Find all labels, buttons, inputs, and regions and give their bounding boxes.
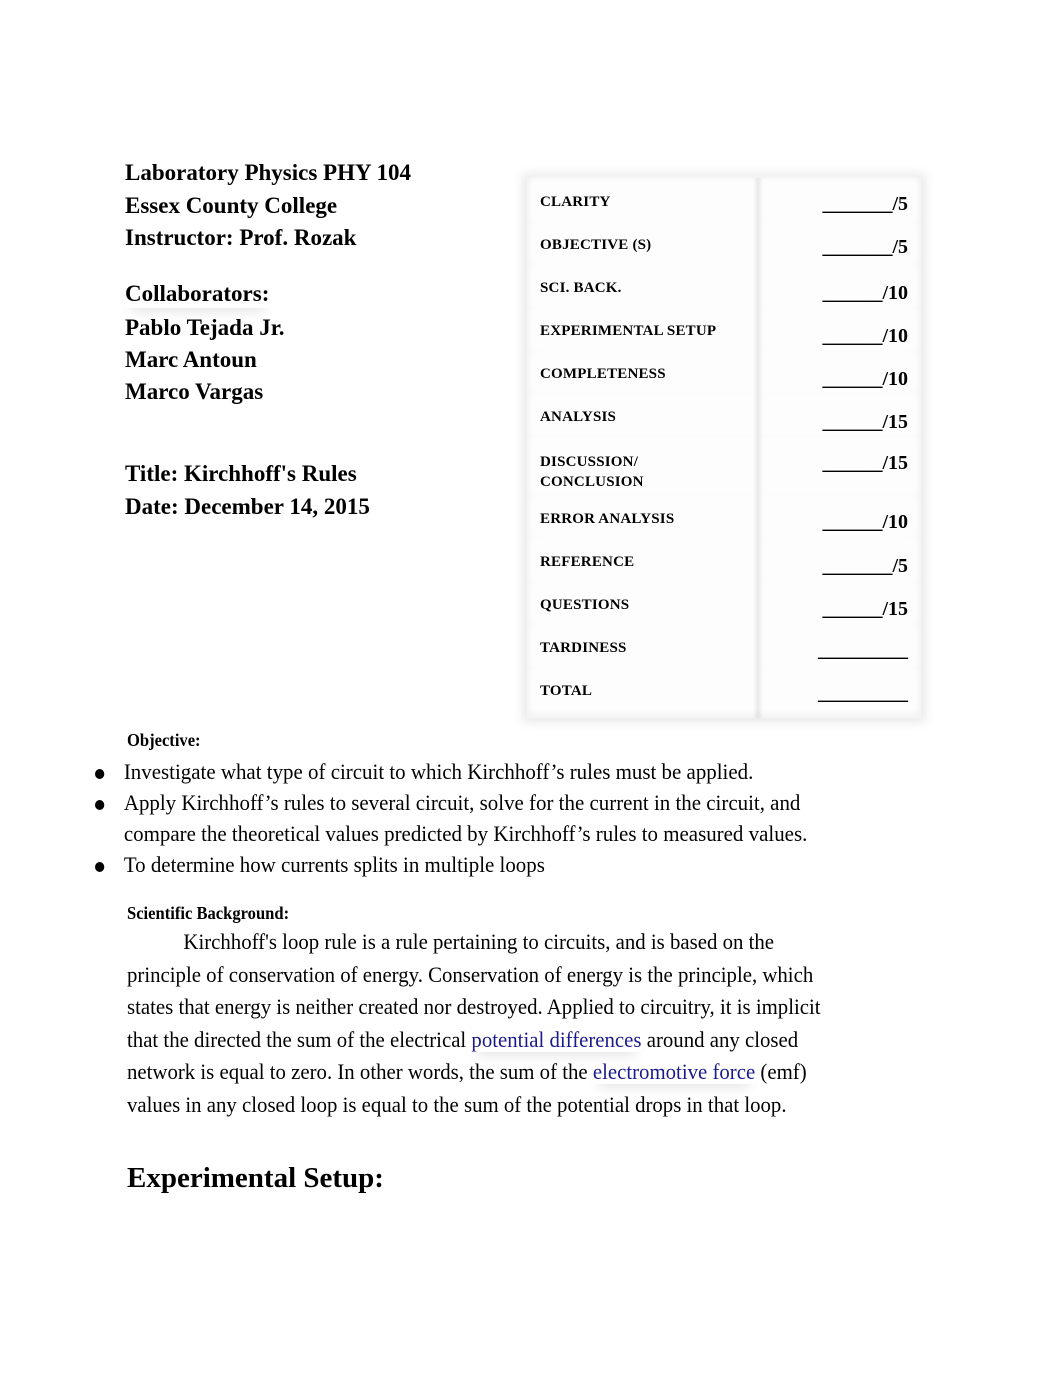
- rubric-row: SCI. BACK. ______/10: [527, 264, 921, 308]
- bullet-icon: [95, 769, 105, 779]
- collaborator-name: Marc Antoun: [125, 347, 257, 372]
- rubric-score-blank: _________: [818, 639, 908, 661]
- rubric-label-continued: CONCLUSION: [540, 474, 644, 490]
- bullet-icon: [95, 862, 105, 872]
- paragraph-line: Kirchhoff's loop rule is a rule pertaini…: [183, 929, 775, 954]
- rubric-row: ANALYSIS ______/15: [527, 393, 921, 437]
- course-name: Laboratory Physics PHY 104: [125, 160, 411, 185]
- grading-rubric-table: CLARITY _______/5 OBJECTIVE (S) _______/…: [527, 178, 921, 718]
- rubric-column-divider: [753, 178, 763, 718]
- rubric-row: DISCUSSION/ CONCLUSION ______/15: [527, 436, 921, 496]
- rubric-label: COMPLETENESS: [540, 366, 666, 382]
- rubric-label: DISCUSSION/: [540, 454, 639, 470]
- rubric-score-blank: _________: [818, 682, 908, 704]
- rubric-score-blank: _______/5: [822, 193, 908, 215]
- rubric-label: SCI. BACK.: [540, 280, 622, 296]
- paragraph-line: states that energy is neither created no…: [127, 994, 821, 1019]
- objective-item: Apply Kirchhoff’s rules to several circu…: [95, 787, 895, 849]
- rubric-row: COMPLETENESS ______/10: [527, 350, 921, 394]
- rubric-label: REFERENCE: [540, 554, 635, 570]
- rubric-row: REFERENCE _______/5: [527, 538, 921, 582]
- collaborator-name: Pablo Tejada Jr.: [125, 315, 285, 340]
- rubric-score-blank: ______/10: [822, 368, 908, 390]
- potential-differences-link[interactable]: potential differences: [471, 1027, 641, 1052]
- rubric-score-blank: _______/5: [822, 236, 908, 258]
- rubric-score-blank: ______/10: [822, 511, 908, 533]
- rubric-row: TARDINESS _________: [527, 624, 921, 668]
- objective-list: Investigate what type of circuit to whic…: [95, 756, 955, 880]
- rubric-score-blank: ______/10: [822, 325, 908, 347]
- lab-date: Date: December 14, 2015: [125, 494, 370, 519]
- objective-heading: Objective:: [127, 730, 201, 750]
- rubric-row: ERROR ANALYSIS ______/10: [527, 495, 921, 539]
- rubric-row: CLARITY _______/5: [527, 178, 921, 222]
- paragraph-line: that the directed the sum of the electri…: [127, 1026, 799, 1052]
- rubric-score-blank: ______/15: [822, 598, 908, 620]
- rubric-label: CLARITY: [540, 194, 611, 210]
- rubric-score-blank: ______/15: [822, 411, 908, 433]
- electromotive-force-link[interactable]: electromotive force: [593, 1059, 755, 1084]
- objective-item: To determine how currents splits in mult…: [95, 849, 895, 880]
- rubric-label: OBJECTIVE (S): [540, 237, 652, 253]
- lab-title: Title: Kirchhoff's Rules: [125, 461, 357, 486]
- rubric-score-blank: _______/5: [822, 555, 908, 577]
- rubric-score-blank: ______/10: [822, 282, 908, 304]
- collaborators-label: Collaborators:: [125, 281, 270, 306]
- collaborator-name: Marco Vargas: [125, 379, 264, 404]
- rubric-label: ERROR ANALYSIS: [540, 511, 675, 527]
- paragraph-line: values in any closed loop is equal to th…: [127, 1091, 787, 1117]
- college-name: Essex County College: [125, 193, 338, 218]
- objective-item: Investigate what type of circuit to whic…: [95, 756, 895, 787]
- rubric-label: ANALYSIS: [540, 409, 617, 425]
- rubric-row: QUESTIONS ______/15: [527, 581, 921, 625]
- scientific-background-heading: Scientific Background:: [127, 903, 290, 923]
- rubric-label: TARDINESS: [540, 640, 627, 656]
- scientific-background-paragraph: Kirchhoff's loop rule is a rule pertaini…: [127, 926, 964, 1121]
- rubric-label: EXPERIMENTAL SETUP: [540, 323, 717, 339]
- instructor-name: Instructor: Prof. Rozak: [125, 225, 357, 250]
- paragraph-line: principle of conservation of energy. Con…: [127, 961, 814, 987]
- rubric-row: TOTAL _________: [527, 667, 921, 713]
- rubric-label: TOTAL: [540, 683, 593, 699]
- paragraph-line: network is equal to zero. In other words…: [127, 1059, 807, 1084]
- experimental-setup-heading: Experimental Setup:: [127, 1162, 384, 1194]
- rubric-row: EXPERIMENTAL SETUP ______/10: [527, 307, 921, 351]
- rubric-row: OBJECTIVE (S) _______/5: [527, 221, 921, 265]
- bullet-icon: [95, 800, 105, 810]
- rubric-score-blank: ______/15: [822, 452, 908, 474]
- rubric-label: QUESTIONS: [540, 597, 630, 613]
